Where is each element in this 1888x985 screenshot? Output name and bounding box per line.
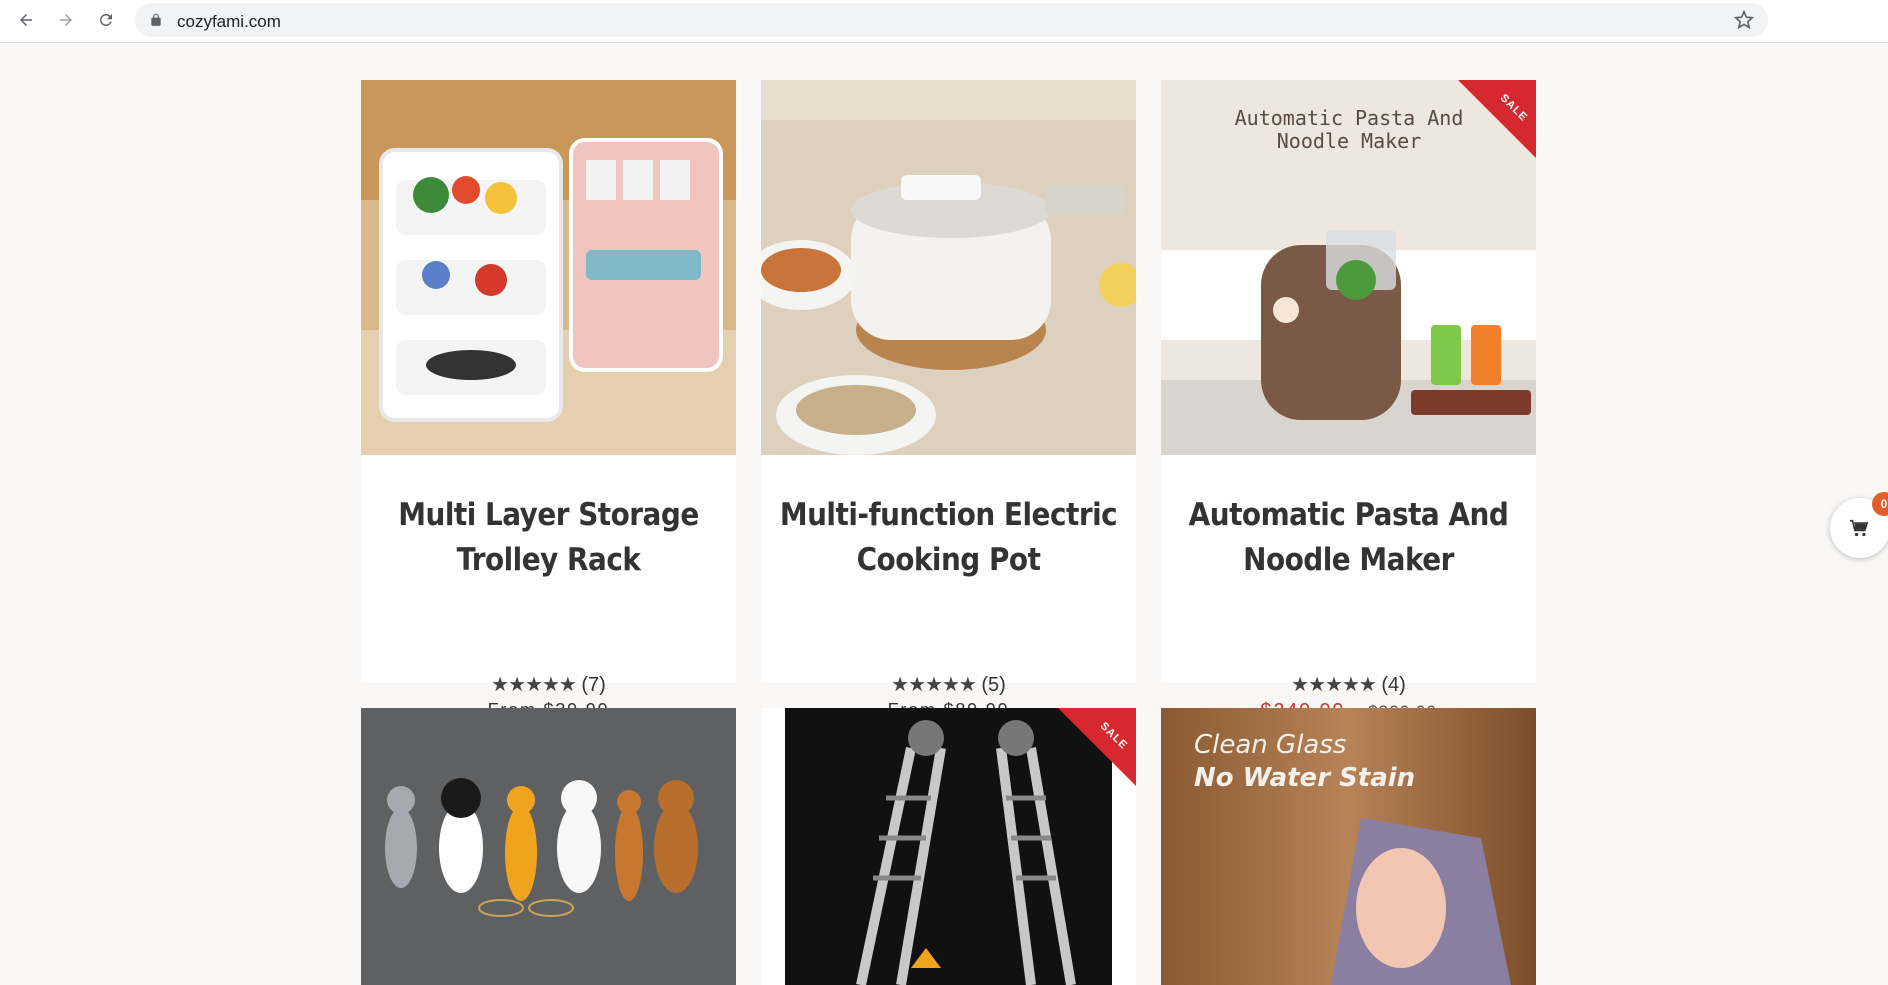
cart-icon: [1850, 519, 1869, 537]
product-image[interactable]: Clean Glass No Water Stain: [1161, 708, 1536, 985]
back-button[interactable]: [12, 6, 40, 34]
product-card[interactable]: Clean Glass No Water Stain: [1161, 708, 1536, 985]
product-title-line: Multi-function Electric: [779, 497, 1118, 533]
product-rating: ★★★★★ (7): [361, 672, 736, 697]
sale-ribbon: SALE: [1458, 80, 1536, 158]
sale-ribbon: SALE: [1058, 708, 1136, 786]
reload-button[interactable]: [92, 6, 120, 34]
product-rating: ★★★★★ (5): [761, 672, 1136, 697]
product-title-line: Automatic Pasta And: [1188, 497, 1509, 533]
url-text: cozyfami.com: [177, 12, 281, 31]
browser-toolbar: cozyfami.com: [0, 0, 1888, 43]
image-caption: Automatic Pasta And: [1235, 106, 1464, 130]
review-count: (7): [581, 674, 606, 696]
address-bar[interactable]: cozyfami.com: [135, 3, 1768, 37]
product-title-line: Multi Layer Storage: [398, 497, 699, 533]
arrow-left-icon: [20, 14, 32, 26]
product-card[interactable]: SALE: [761, 708, 1136, 985]
product-title[interactable]: Automatic Pasta And Noodle Maker: [1161, 493, 1536, 583]
reload-icon: [99, 13, 112, 26]
image-caption: Clean Glass: [1194, 730, 1346, 760]
review-count: (5): [981, 674, 1006, 696]
product-card[interactable]: Multi Layer Storage Trolley Rack ★★★★★ (…: [361, 80, 736, 720]
product-title[interactable]: Multi-function Electric Cooking Pot: [761, 493, 1136, 583]
arrow-right-icon: [60, 14, 72, 26]
product-title-line: Noodle Maker: [1243, 542, 1454, 578]
product-image[interactable]: [361, 80, 736, 455]
star-rating-icon: ★★★★★: [1291, 674, 1377, 696]
product-title[interactable]: Multi Layer Storage Trolley Rack: [361, 493, 736, 583]
lock-icon: [151, 13, 161, 26]
forward-button[interactable]: [52, 6, 80, 34]
star-rating-icon: ★★★★★: [491, 674, 577, 696]
image-caption: No Water Stain: [1194, 763, 1415, 793]
star-icon[interactable]: [1734, 10, 1754, 30]
review-count: (4): [1381, 674, 1406, 696]
product-card[interactable]: Automatic Pasta And Noodle Maker SALE Au…: [1161, 80, 1536, 722]
product-title-line: Trolley Rack: [456, 542, 641, 578]
image-caption: Noodle Maker: [1277, 129, 1422, 153]
star-rating-icon: ★★★★★: [891, 674, 977, 696]
product-image[interactable]: [361, 708, 736, 985]
product-card[interactable]: Multi-function Electric Cooking Pot ★★★★…: [761, 80, 1136, 720]
product-card[interactable]: [361, 708, 736, 985]
product-image[interactable]: [761, 80, 1136, 455]
product-title-line: Cooking Pot: [856, 542, 1041, 578]
product-rating: ★★★★★ (4): [1161, 672, 1536, 697]
